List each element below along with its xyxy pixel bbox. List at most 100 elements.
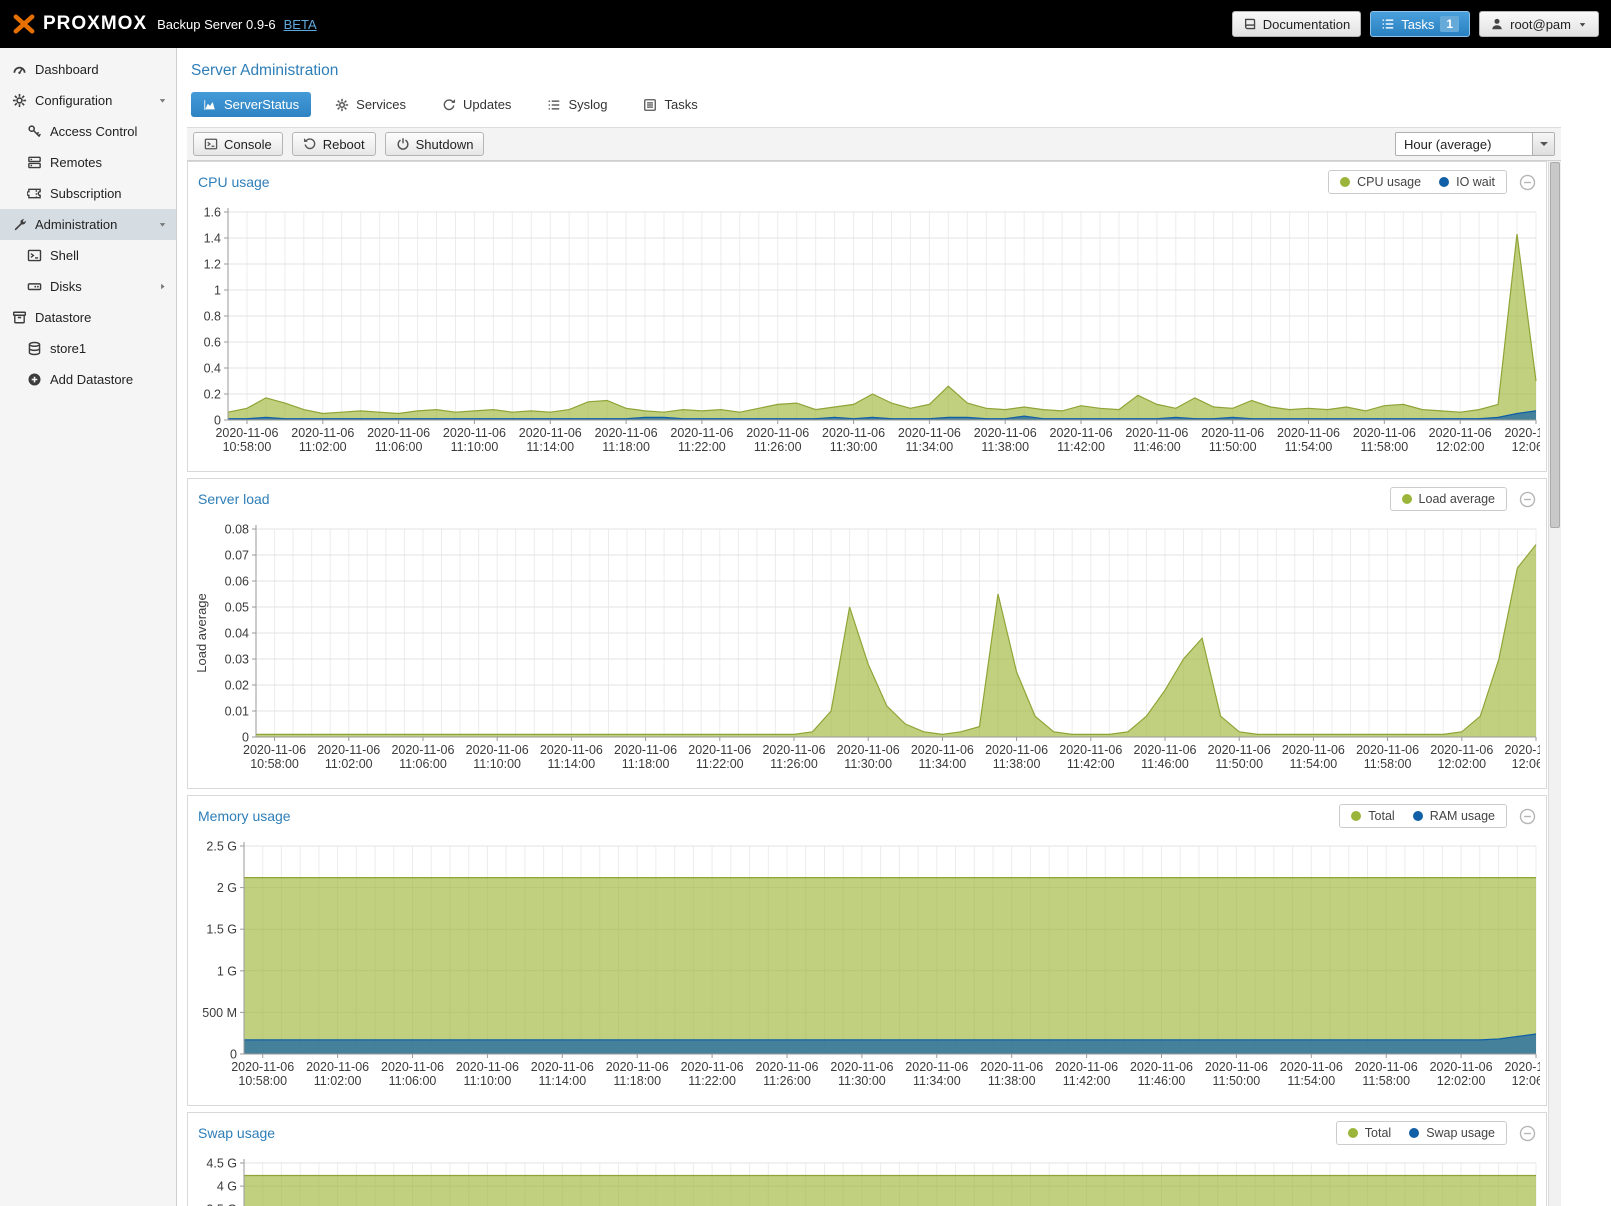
svg-text:2020-11-06: 2020-11-06 (306, 1060, 369, 1074)
user-icon (1490, 17, 1504, 31)
terminal-icon (204, 137, 218, 151)
collapse-panel-button[interactable] (1519, 174, 1536, 191)
tab-label: Services (356, 97, 406, 112)
chart-legend: TotalSwap usage (1336, 1121, 1507, 1145)
svg-text:11:30:00: 11:30:00 (838, 1074, 886, 1088)
svg-text:0.6: 0.6 (204, 336, 221, 350)
svg-text:2020-11-06: 2020-11-06 (1050, 426, 1113, 440)
svg-text:2020-11-06: 2020-11-06 (1205, 1060, 1268, 1074)
scrollbar[interactable] (1548, 161, 1561, 1206)
sidebar-item-configuration[interactable]: Configuration (0, 85, 176, 116)
swap-usage-chart: 0500 M1 G1.5 G2 G2.5 G3 G3.5 G4 G4.5 G20… (194, 1153, 1540, 1206)
panel-header: Server loadLoad average (188, 479, 1546, 519)
legend-dot-icon (1409, 1128, 1419, 1138)
sidebar-item-label: Remotes (50, 155, 102, 170)
tasks-button[interactable]: Tasks 1 (1370, 11, 1470, 37)
sidebar: DashboardConfiguration Access Control Remo… (0, 48, 177, 1206)
svg-text:10:58:00: 10:58:00 (223, 440, 272, 454)
sidebar-item-administration[interactable]: Administration (0, 209, 176, 240)
toolbar-buttons: Console Reboot Shutdown (193, 132, 484, 156)
svg-text:2020-11-06: 2020-11-06 (985, 743, 1048, 757)
chart-area-icon (203, 98, 217, 112)
svg-text:2020-11-06: 2020-11-06 (466, 743, 529, 757)
sidebar-item-subscription[interactable]: Subscription (0, 178, 176, 209)
sidebar-item-label: Administration (35, 217, 117, 232)
svg-text:2020-11-06: 2020-11-06 (215, 426, 278, 440)
svg-text:0.01: 0.01 (225, 705, 249, 719)
svg-text:500 M: 500 M (202, 1006, 237, 1020)
caret-down-icon (1540, 142, 1548, 150)
svg-text:2020-11-06: 2020-11-06 (670, 426, 733, 440)
svg-text:11:06:00: 11:06:00 (399, 757, 447, 771)
svg-text:11:50:00: 11:50:00 (1213, 1074, 1261, 1088)
power-icon (396, 137, 410, 151)
collapse-panel-button[interactable] (1519, 491, 1536, 508)
tab-syslog[interactable]: Syslog (535, 92, 619, 117)
sidebar-item-datastore[interactable]: Datastore (0, 302, 176, 333)
caret-down-icon (1577, 19, 1588, 30)
svg-text:11:18:00: 11:18:00 (622, 757, 670, 771)
beta-link[interactable]: BETA (284, 17, 317, 32)
documentation-button[interactable]: Documentation (1232, 11, 1361, 37)
svg-text:2020-11-06: 2020-11-06 (291, 426, 354, 440)
page-title: Server Administration (191, 62, 1561, 80)
combo-trigger[interactable] (1532, 133, 1554, 155)
svg-text:2020-11-06: 2020-11-06 (980, 1060, 1043, 1074)
sidebar-item-add-datastore[interactable]: Add Datastore (0, 364, 176, 395)
svg-text:11:14:00: 11:14:00 (538, 1074, 586, 1088)
tab-services[interactable]: Services (323, 92, 418, 117)
sidebar-item-remotes[interactable]: Remotes (0, 147, 176, 178)
svg-text:2020-11-06: 2020-11-06 (443, 426, 506, 440)
svg-text:11:38:00: 11:38:00 (988, 1074, 1036, 1088)
shutdown-button[interactable]: Shutdown (385, 132, 485, 156)
ticket-icon (27, 186, 42, 201)
svg-text:1.2: 1.2 (204, 258, 221, 272)
sidebar-item-label: Access Control (50, 124, 137, 139)
gears-icon (335, 98, 349, 112)
svg-text:11:06:00: 11:06:00 (375, 440, 423, 454)
tab-tasks[interactable]: Tasks (631, 92, 709, 117)
svg-text:11:42:00: 11:42:00 (1067, 757, 1115, 771)
svg-text:11:18:00: 11:18:00 (613, 1074, 661, 1088)
svg-text:2020-11-06: 2020-11-06 (1504, 426, 1540, 440)
timeframe-value: Hour (average) (1396, 137, 1532, 152)
svg-text:2020-11-06: 2020-11-06 (456, 1060, 519, 1074)
legend-label: Swap usage (1426, 1126, 1495, 1140)
tab-updates[interactable]: Updates (430, 92, 523, 117)
timeframe-select[interactable]: Hour (average) (1395, 132, 1555, 156)
svg-text:12:06:00: 12:06:00 (1512, 757, 1540, 771)
sidebar-item-disks[interactable]: Disks (0, 271, 176, 302)
legend-label: Total (1368, 809, 1394, 823)
reboot-button[interactable]: Reboot (292, 132, 376, 156)
collapse-panel-button[interactable] (1519, 1125, 1536, 1142)
sidebar-item-shell[interactable]: Shell (0, 240, 176, 271)
main-content: Server Administration ServerStatus Servic… (177, 48, 1611, 1206)
svg-text:2020-11-06: 2020-11-06 (1430, 1060, 1493, 1074)
console-button[interactable]: Console (193, 132, 283, 156)
svg-text:0.8: 0.8 (204, 310, 221, 324)
sidebar-item-dashboard[interactable]: Dashboard (0, 54, 176, 85)
terminal-icon (27, 248, 42, 263)
panel-body: 00.20.40.60.811.21.41.62020-11-0610:58:0… (188, 202, 1546, 471)
svg-text:1.5 G: 1.5 G (206, 923, 237, 937)
collapse-panel-button[interactable] (1519, 808, 1536, 825)
svg-text:2020-11-06: 2020-11-06 (746, 426, 809, 440)
cpu-usage-chart: 00.20.40.60.811.21.41.62020-11-0610:58:0… (194, 202, 1540, 462)
sidebar-item-label: Datastore (35, 310, 91, 325)
svg-text:2.5 G: 2.5 G (206, 840, 237, 854)
svg-text:2020-11-06: 2020-11-06 (1280, 1060, 1343, 1074)
sidebar-item-store1[interactable]: store1 (0, 333, 176, 364)
scrollbar-thumb[interactable] (1550, 162, 1560, 528)
sidebar-item-access-control[interactable]: Access Control (0, 116, 176, 147)
hdd-icon (27, 279, 42, 294)
tab-serverstatus[interactable]: ServerStatus (191, 92, 311, 117)
svg-text:0.05: 0.05 (225, 601, 249, 615)
svg-text:2020-11-06: 2020-11-06 (688, 743, 751, 757)
svg-text:10:58:00: 10:58:00 (250, 757, 299, 771)
sidebar-item-label: Disks (50, 279, 82, 294)
svg-text:11:46:00: 11:46:00 (1138, 1074, 1186, 1088)
svg-text:11:54:00: 11:54:00 (1290, 757, 1338, 771)
user-menu-button[interactable]: root@pam (1479, 11, 1599, 37)
svg-text:Load average: Load average (194, 593, 209, 673)
svg-text:0.08: 0.08 (225, 523, 249, 537)
